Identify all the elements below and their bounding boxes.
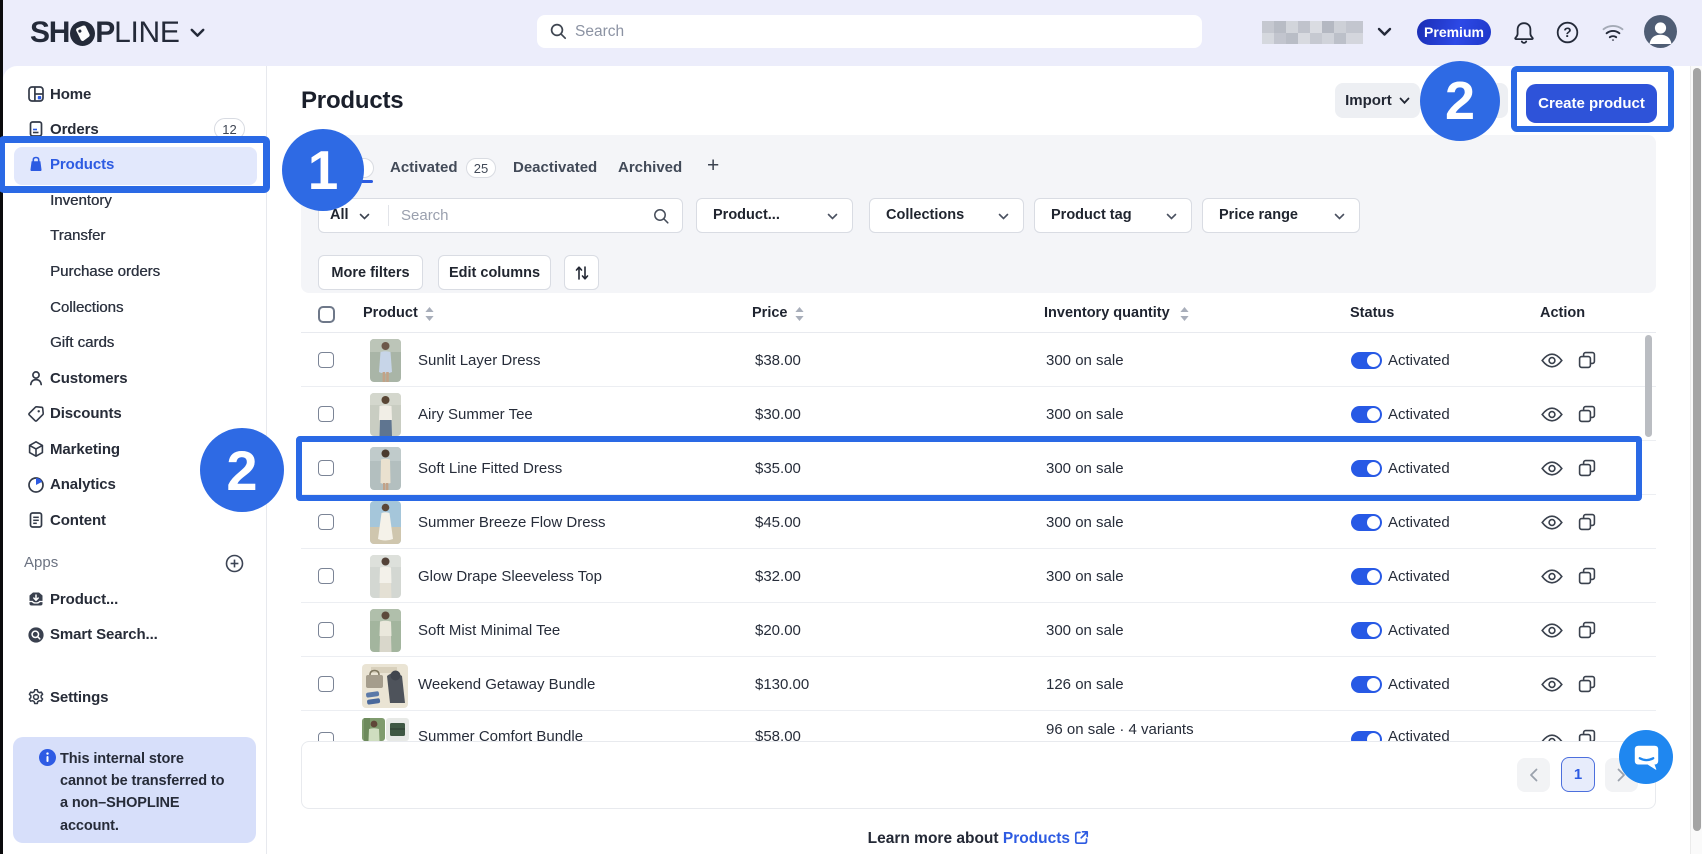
svg-text:?: ? xyxy=(1563,25,1571,40)
